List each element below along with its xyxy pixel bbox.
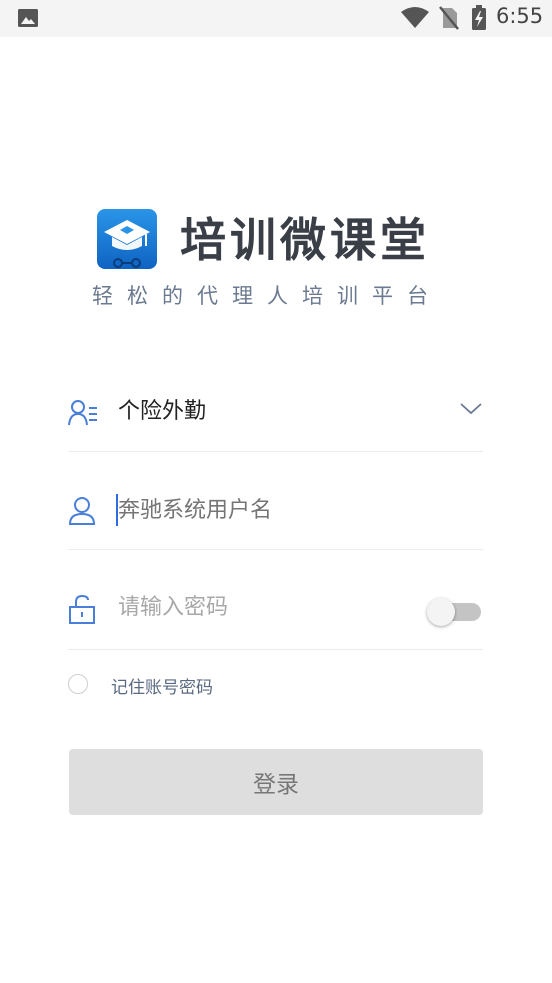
user-icon [68,497,96,525]
gallery-icon [18,9,38,27]
password-input[interactable]: 请输入密码 [118,592,228,624]
no-sim-icon [439,6,459,30]
graduation-cap-logo-icon [97,209,157,269]
remember-row[interactable]: 记住账号密码 [68,672,368,698]
user-list-icon [68,400,97,426]
text-cursor [116,494,118,526]
username-input[interactable] [116,494,418,526]
username-row [68,476,483,550]
remember-checkbox[interactable] [68,674,88,694]
company-value: 个险外勤 [118,399,207,424]
lock-icon [69,594,95,624]
company-select[interactable]: 个险外勤 [68,378,483,452]
login-button[interactable]: 登录 [69,749,483,815]
clock: 6:55 [496,4,544,28]
toggle-knob [427,598,455,626]
app-title: 培训微课堂 [180,213,430,267]
battery-charging-icon [472,5,486,30]
app-header: 培训微课堂 [96,206,476,270]
password-row: 请输入密码 [68,574,483,650]
status-bar: 6:55 [0,0,552,37]
show-password-toggle[interactable] [427,598,483,626]
chevron-down-icon[interactable] [459,400,483,418]
remember-label: 记住账号密码 [111,678,213,698]
app-subtitle: 轻松的代理人培训平台 [92,284,442,308]
wifi-icon [401,7,429,28]
